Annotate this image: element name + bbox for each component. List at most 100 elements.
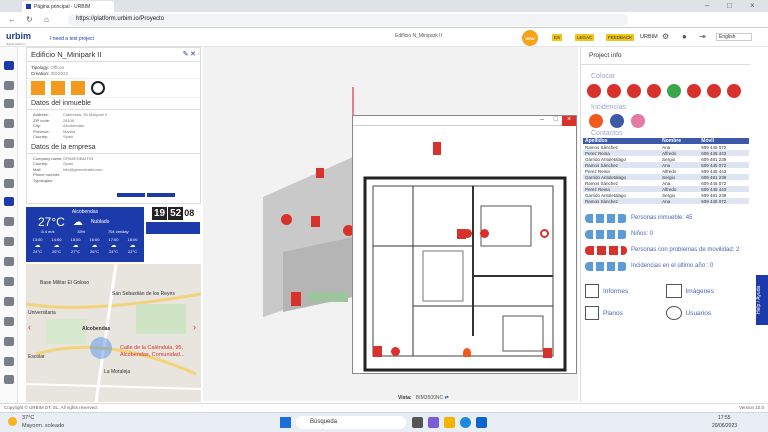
taskbar-weather[interactable]: Mayorm. soleado [22,423,64,429]
lock-nav-icon[interactable] [4,357,14,366]
police-incident-icon[interactable] [610,114,624,128]
device-nav-icon[interactable] [4,297,14,306]
outlook-icon[interactable] [476,417,487,428]
people-nav-icon[interactable] [4,217,14,226]
alarm-marker-icon[interactable] [281,214,292,225]
minimize-icon[interactable]: – [705,1,709,10]
unreal-logo-icon[interactable] [91,81,105,95]
parking-nav-icon[interactable] [4,139,14,148]
help-tab[interactable]: Help / Ayuda [756,275,768,325]
gamepad-nav-icon[interactable] [4,375,14,384]
test-project-link[interactable]: I need a test project [50,36,94,42]
location-pin-icon[interactable] [90,337,112,359]
user-name[interactable]: URBIM [640,34,658,40]
bell-place-icon[interactable] [707,84,721,98]
swap-view-icon[interactable]: ⇄ [445,395,449,401]
windows-taskbar: 37°C Mayorm. soleado Búsqueda 17:55 20/0… [0,412,768,432]
plan-maximize-icon[interactable]: □ [554,116,558,123]
floor-plan-window[interactable]: – □ × [352,115,577,374]
hydrant-marker-icon[interactable] [291,292,301,306]
alarm-place-icon[interactable] [727,84,741,98]
back-icon[interactable]: ← [8,15,16,24]
table-row[interactable]: Ramos Sánchez Ana 609 445 072 [583,180,749,186]
person-marker-icon[interactable] [540,229,549,238]
plan-minimize-icon[interactable]: – [540,116,544,123]
table-row[interactable]: Garrido Antoletalago Sergio 609 481 239 [583,156,749,162]
legac-button[interactable]: LEGAC [575,34,595,41]
layers-nav-icon[interactable] [4,179,14,188]
view-select[interactable]: BIM3500NC [416,395,443,401]
teams-icon[interactable] [428,417,439,428]
settings-icon[interactable]: ⚙ [662,32,669,41]
edit-icon[interactable]: ✎ [183,51,189,58]
language-select[interactable]: English [716,33,752,41]
alarm-marker-icon[interactable] [463,229,472,238]
table-row[interactable]: Garrido Antoletalago Sergio 609 481 239 [583,174,749,180]
users-link[interactable]: Usuarios [665,306,747,320]
map-prev-icon[interactable]: ‹ [28,322,31,332]
building-nav-icon[interactable] [4,237,14,246]
ambulance-incident-icon[interactable] [631,114,645,128]
alarm-place-icon[interactable] [627,84,641,98]
home-nav-icon[interactable] [4,61,14,70]
user-nav-icon[interactable] [4,257,14,266]
sensor-nav-icon[interactable] [4,317,14,326]
energy-nav-icon[interactable] [4,337,14,346]
hydrant-place-icon[interactable] [687,84,701,98]
plans-link[interactable]: Planos [585,306,666,320]
fire-exit-marker-icon[interactable] [311,216,320,227]
stat-row: Personas inmueble: 45 [585,210,746,226]
lang-es-button[interactable]: ES [552,34,563,41]
location-nav-icon[interactable] [4,197,14,206]
maximize-icon[interactable]: □ [727,1,732,10]
alarm-marker-icon[interactable] [480,229,489,238]
plan-close-icon[interactable]: × [562,116,576,126]
document-nav-icon[interactable] [4,81,14,90]
task-view-icon[interactable] [412,417,423,428]
grid-nav-icon[interactable] [4,159,14,168]
new-badge[interactable]: NEW [522,30,538,46]
table-row[interactable]: Garrido Antoletalago Sergio 609 481 239 [583,192,749,198]
hydrant-place-icon[interactable] [587,84,601,98]
table-row[interactable]: Perez Reina Alfredo 609 445 443 [583,150,749,156]
home-icon[interactable]: ⌂ [44,15,49,24]
edge-icon[interactable] [460,417,471,428]
fire-exit-place-icon[interactable] [647,84,661,98]
hydrant-marker-icon[interactable] [433,142,441,155]
orange-cube-icon[interactable] [31,81,45,95]
browser-tab[interactable]: Página principal - URBIM [22,1,114,12]
user-icon[interactable]: ● [682,32,687,41]
map-next-icon[interactable]: › [193,322,196,332]
table-row[interactable]: Perez Reina Alfredo 609 445 443 [583,186,749,192]
logout-icon[interactable]: ⇥ [699,32,706,41]
table-row[interactable]: Ramos Sánchez Ana 609 445 072 [583,162,749,168]
tools-nav-icon[interactable] [4,99,14,108]
fire-marker-icon[interactable] [463,348,471,357]
reports-link[interactable]: Informes [585,284,666,298]
extinguisher-place-icon[interactable] [607,84,621,98]
close-icon[interactable]: × [750,1,755,10]
images-link[interactable]: Imágenes [665,284,747,298]
settings-nav-icon[interactable] [4,119,14,128]
table-row[interactable]: Ramos Sánchez Ana 609 445 072 [583,144,749,150]
exit-place-icon[interactable] [667,84,681,98]
fire-incident-icon[interactable] [589,114,603,128]
feedback-button[interactable]: FEEDBACK [606,34,635,41]
alarm-marker-icon[interactable] [391,347,400,356]
file-explorer-icon[interactable] [444,417,455,428]
windows-start-icon[interactable] [280,417,291,428]
refresh-icon[interactable]: ↻ [26,15,33,24]
url-input[interactable]: https://platform.urbim.io/Proyecto [68,14,628,26]
location-map[interactable]: Base Militar El Goloso San Sebastián de … [26,264,201,402]
close-panel-icon[interactable]: ✕ [190,51,196,58]
extinguisher-marker-icon[interactable] [316,168,324,178]
forecast-column: 18:00 ☁ 22°C [127,237,137,254]
table-row[interactable]: Ramos Sánchez Ana 609 445 072 [583,198,749,204]
chart-nav-icon[interactable] [4,277,14,286]
fire-exit-marker-icon[interactable] [543,348,552,358]
fire-exit-marker-icon[interactable] [373,346,382,357]
table-row[interactable]: Perez Reina Alfredo 609 445 443 [583,168,749,174]
orange-cube-icon[interactable] [51,81,65,95]
orange-cube-icon[interactable] [71,81,85,95]
taskbar-search[interactable]: Búsqueda [296,416,406,429]
